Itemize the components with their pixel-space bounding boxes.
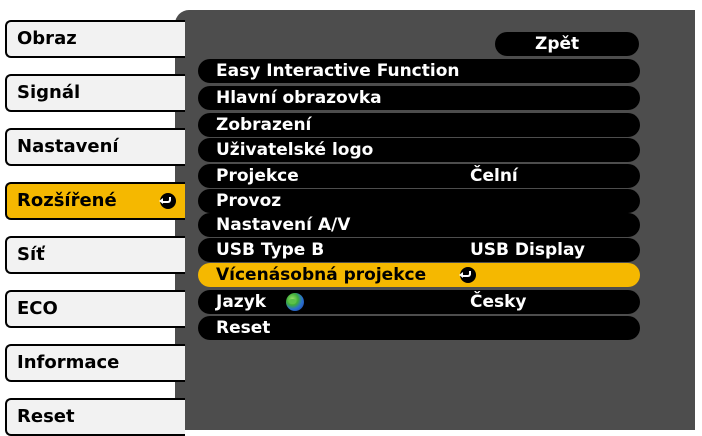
menu-item-label: Nastavení A/V xyxy=(216,215,351,235)
tab-label: Nastavení xyxy=(17,136,119,157)
tab-eco[interactable]: ECO xyxy=(5,290,185,328)
menu-item-label: Vícenásobná projekce xyxy=(216,265,427,285)
menu-item-jazyk[interactable]: Jazyk Česky xyxy=(198,290,640,314)
tab-obraz[interactable]: Obraz xyxy=(5,20,185,58)
enter-icon xyxy=(459,267,476,283)
menu-item-provoz[interactable]: Provoz xyxy=(198,189,640,213)
menu-item-label: Projekce xyxy=(216,166,299,186)
projector-menu-screen: Obraz Signál Nastavení Rozšířené Síť ECO… xyxy=(0,0,702,436)
menu-item-hlavni-obrazovka[interactable]: Hlavní obrazovka xyxy=(198,86,640,110)
tab-label: ECO xyxy=(17,298,58,319)
tab-label: Reset xyxy=(17,406,75,427)
tab-signal[interactable]: Signál xyxy=(5,74,185,112)
menu-item-easy-interactive-function[interactable]: Easy Interactive Function xyxy=(198,59,640,83)
menu-item-label: Jazyk xyxy=(216,292,267,312)
tab-nastaveni[interactable]: Nastavení xyxy=(5,128,185,166)
menu-item-vicenasobna-projekce[interactable]: Vícenásobná projekce xyxy=(198,263,640,287)
menu-item-label: Easy Interactive Function xyxy=(216,61,460,81)
menu-item-uzivatelske-logo[interactable]: Uživatelské logo xyxy=(198,138,640,162)
menu-item-value: USB Display xyxy=(470,240,586,260)
menu-item-usb-type-b[interactable]: USB Type B USB Display xyxy=(198,238,640,262)
menu-item-nastaveni-av[interactable]: Nastavení A/V xyxy=(198,213,640,237)
enter-icon xyxy=(159,193,176,209)
menu-item-value: Česky xyxy=(470,292,527,312)
tab-rozsirene[interactable]: Rozšířené xyxy=(5,182,185,220)
tab-reset[interactable]: Reset xyxy=(5,398,185,436)
tab-label: Informace xyxy=(17,352,120,373)
menu-item-projekce[interactable]: Projekce Čelní xyxy=(198,164,640,188)
globe-icon xyxy=(286,293,304,311)
menu-item-reset[interactable]: Reset xyxy=(198,316,640,340)
back-label: Zpět xyxy=(535,34,580,54)
menu-item-value: Čelní xyxy=(470,166,518,186)
back-button[interactable]: Zpět xyxy=(495,32,639,56)
menu-item-label: USB Type B xyxy=(216,240,325,260)
menu-item-label: Hlavní obrazovka xyxy=(216,88,382,108)
tab-label: Rozšířené xyxy=(17,190,117,211)
menu-item-label: Provoz xyxy=(216,191,282,211)
menu-item-zobrazeni[interactable]: Zobrazení xyxy=(198,113,640,137)
tab-label: Síť xyxy=(17,244,45,265)
tab-informace[interactable]: Informace xyxy=(5,344,185,382)
tab-sit[interactable]: Síť xyxy=(5,236,185,274)
tab-label: Signál xyxy=(17,82,81,103)
menu-item-label: Zobrazení xyxy=(216,115,312,135)
menu-item-label: Reset xyxy=(216,318,271,338)
tab-label: Obraz xyxy=(17,28,77,49)
menu-item-label: Uživatelské logo xyxy=(216,140,374,160)
